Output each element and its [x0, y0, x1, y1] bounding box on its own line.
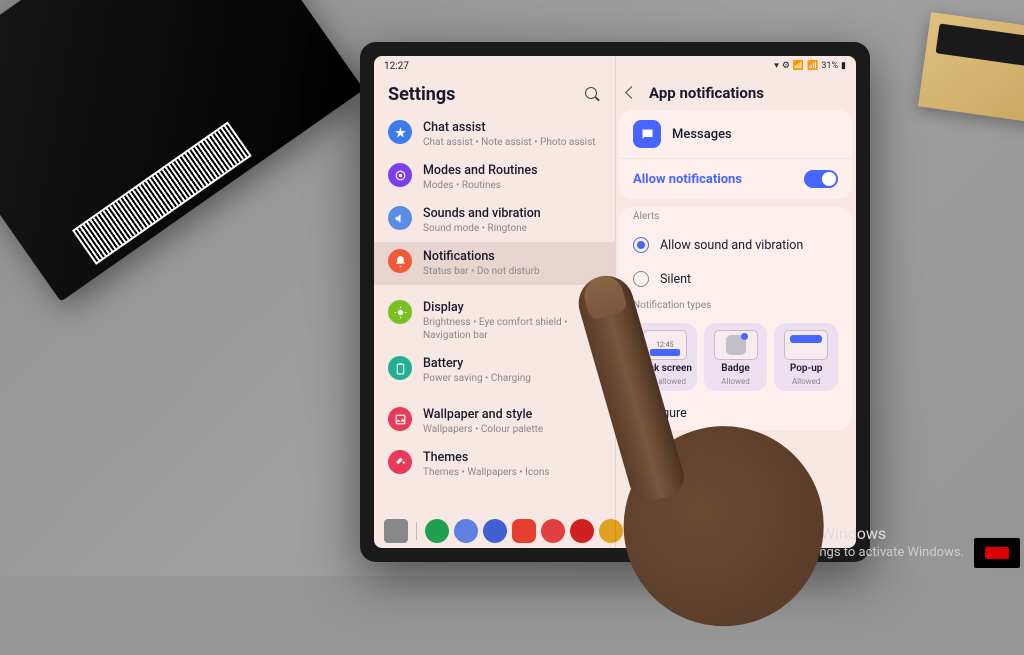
page-title: App notifications [649, 84, 764, 102]
settings-item-notifications[interactable]: NotificationsStatus bar • Do not disturb [374, 242, 615, 285]
sound-icon [388, 206, 412, 230]
popup-preview-icon [784, 330, 828, 360]
channel-logo [974, 538, 1020, 568]
star-icon [388, 120, 412, 144]
settings-item-modes[interactable]: Modes and RoutinesModes • Routines [374, 156, 615, 199]
wallpaper-icon [388, 407, 412, 431]
taskbar-app-1[interactable] [425, 519, 449, 543]
radio-icon [633, 237, 649, 253]
status-icons: ▾⚙📶📶 31%▮ [774, 61, 846, 71]
alerts-label: Alerts [619, 207, 852, 228]
battery-icon [388, 356, 412, 380]
allow-notifications-label: Allow notifications [633, 172, 804, 187]
clock: 12:27 [384, 61, 409, 72]
back-icon[interactable] [623, 85, 639, 101]
taskbar-grid-icon[interactable] [384, 519, 408, 543]
themes-icon [388, 450, 412, 474]
bell-icon [388, 249, 412, 273]
app-card: Messages Allow notifications [619, 110, 852, 199]
settings-item-sounds[interactable]: Sounds and vibrationSound mode • Rington… [374, 199, 615, 242]
display-icon [388, 300, 412, 324]
allow-notifications-row[interactable]: Allow notifications [619, 158, 852, 199]
app-name: Messages [672, 127, 732, 142]
radio-icon [633, 271, 649, 287]
taskbar-app-4[interactable] [512, 519, 536, 543]
search-icon[interactable] [585, 87, 601, 103]
messages-icon [633, 120, 661, 148]
wood-block [918, 12, 1024, 123]
settings-item-chat-assist[interactable]: Chat assistChat assist • Note assist • P… [374, 113, 615, 156]
app-header[interactable]: Messages [619, 110, 852, 158]
type-popup[interactable]: Pop-up Allowed [774, 323, 838, 391]
modes-icon [388, 163, 412, 187]
settings-title: Settings [388, 84, 585, 105]
taskbar-app-2[interactable] [454, 519, 478, 543]
taskbar-app-5[interactable] [541, 519, 565, 543]
taskbar-app-3[interactable] [483, 519, 507, 543]
allow-notifications-toggle[interactable] [804, 170, 838, 188]
alert-option-sound[interactable]: Allow sound and vibration [619, 228, 852, 262]
